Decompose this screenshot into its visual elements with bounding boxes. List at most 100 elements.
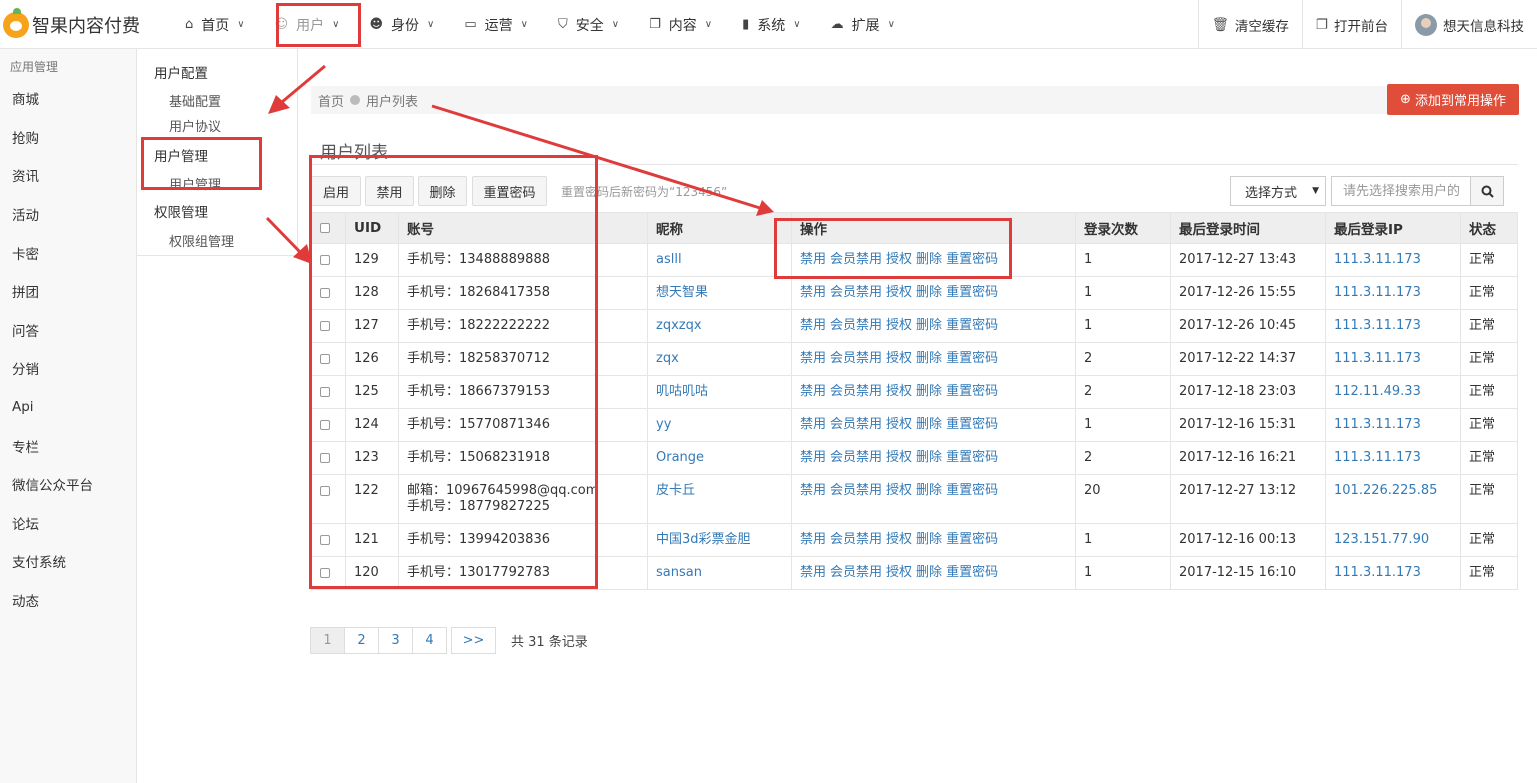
action-authorize-link[interactable]: 授权 [886, 483, 912, 498]
cell-last-login-ip[interactable]: 111.3.11.173 [1325, 309, 1461, 343]
cell-last-login-ip[interactable]: 111.3.11.173 [1325, 556, 1461, 590]
action-member-disable-link[interactable]: 会员禁用 [830, 351, 882, 366]
action-delete-link[interactable]: 删除 [916, 565, 942, 580]
sidebar-item-mall[interactable]: 商城 [0, 79, 136, 118]
search-type-select[interactable]: 选择方式 ▼ [1230, 176, 1326, 206]
page-2[interactable]: 2 [344, 627, 379, 654]
sidebar-item-events[interactable]: 活动 [0, 195, 136, 234]
action-delete-link[interactable]: 删除 [916, 384, 942, 399]
sidebar-item-forum[interactable]: 论坛 [0, 504, 136, 543]
action-member-disable-link[interactable]: 会员禁用 [830, 565, 882, 580]
sidebar-item-wechat[interactable]: 微信公众平台 [0, 465, 136, 504]
cell-nickname[interactable]: zqx [647, 342, 792, 376]
action-disable-link[interactable]: 禁用 [800, 351, 826, 366]
cell-nickname[interactable]: aslll [647, 243, 792, 277]
nav-operation[interactable]: ▭ 运营 ∨ [449, 0, 543, 49]
action-reset-password-link[interactable]: 重置密码 [946, 565, 998, 580]
action-member-disable-link[interactable]: 会员禁用 [830, 450, 882, 465]
action-delete-link[interactable]: 删除 [916, 483, 942, 498]
app-logo[interactable]: 智果内容付费 [0, 0, 170, 49]
action-authorize-link[interactable]: 授权 [886, 384, 912, 399]
action-authorize-link[interactable]: 授权 [886, 450, 912, 465]
cell-last-login-ip[interactable]: 111.3.11.173 [1325, 276, 1461, 310]
open-front-button[interactable]: ❐ 打开前台 [1301, 0, 1401, 49]
page-3[interactable]: 3 [378, 627, 413, 654]
action-delete-link[interactable]: 删除 [916, 450, 942, 465]
nav-extension[interactable]: ☁ 扩展 ∨ [816, 0, 910, 49]
add-to-favorites-button[interactable]: ⊕ 添加到常用操作 [1387, 84, 1519, 115]
action-authorize-link[interactable]: 授权 [886, 285, 912, 300]
action-delete-link[interactable]: 删除 [916, 351, 942, 366]
action-reset-password-link[interactable]: 重置密码 [946, 483, 998, 498]
action-delete-link[interactable]: 删除 [916, 417, 942, 432]
action-disable-link[interactable]: 禁用 [800, 318, 826, 333]
user-menu[interactable]: 想天信息科技 [1401, 0, 1537, 49]
cell-nickname[interactable]: yy [647, 408, 792, 442]
nav-security[interactable]: ⛉ 安全 ∨ [543, 0, 634, 49]
cell-last-login-ip[interactable]: 111.3.11.173 [1325, 408, 1461, 442]
action-delete-link[interactable]: 删除 [916, 532, 942, 547]
page-4[interactable]: 4 [412, 627, 447, 654]
nav-system[interactable]: ▮ 系统 ∨ [727, 0, 815, 49]
clear-cache-button[interactable]: 🗑︎ 清空缓存 [1197, 0, 1302, 49]
breadcrumb-home[interactable]: 首页 [318, 91, 344, 110]
subnav-item-basic-config[interactable]: 基础配置 [169, 91, 221, 110]
action-member-disable-link[interactable]: 会员禁用 [830, 417, 882, 432]
cell-nickname[interactable]: Orange [647, 441, 792, 475]
action-member-disable-link[interactable]: 会员禁用 [830, 285, 882, 300]
sidebar-item-columns[interactable]: 专栏 [0, 426, 136, 465]
action-member-disable-link[interactable]: 会员禁用 [830, 532, 882, 547]
cell-last-login-ip[interactable]: 111.3.11.173 [1325, 243, 1461, 277]
action-reset-password-link[interactable]: 重置密码 [946, 318, 998, 333]
action-disable-link[interactable]: 禁用 [800, 532, 826, 547]
action-authorize-link[interactable]: 授权 [886, 318, 912, 333]
cell-nickname[interactable]: 中国3d彩票金胆 [647, 523, 792, 557]
nav-content[interactable]: ❐ 内容 ∨ [634, 0, 727, 49]
action-delete-link[interactable]: 删除 [916, 318, 942, 333]
col-status[interactable]: 状态 [1460, 212, 1518, 244]
nav-identity[interactable]: ☻ 身份 ∨ [354, 0, 449, 49]
cell-last-login-ip[interactable]: 123.151.77.90 [1325, 523, 1461, 557]
action-reset-password-link[interactable]: 重置密码 [946, 417, 998, 432]
col-nickname[interactable]: 昵称 [647, 212, 792, 244]
nav-home[interactable]: ⌂ 首页 ∨ [170, 0, 260, 49]
action-delete-link[interactable]: 删除 [916, 285, 942, 300]
action-disable-link[interactable]: 禁用 [800, 285, 826, 300]
action-disable-link[interactable]: 禁用 [800, 565, 826, 580]
cell-nickname[interactable]: 想天智果 [647, 276, 792, 310]
action-reset-password-link[interactable]: 重置密码 [946, 450, 998, 465]
sidebar-item-qa[interactable]: 问答 [0, 311, 136, 350]
action-disable-link[interactable]: 禁用 [800, 417, 826, 432]
page-next[interactable]: >> [451, 627, 496, 654]
action-disable-link[interactable]: 禁用 [800, 384, 826, 399]
subnav-item-permission-groups[interactable]: 权限组管理 [169, 231, 234, 250]
col-last-login-ip[interactable]: 最后登录IP [1325, 212, 1461, 244]
subnav-item-user-agreement[interactable]: 用户协议 [169, 116, 221, 135]
action-reset-password-link[interactable]: 重置密码 [946, 532, 998, 547]
action-authorize-link[interactable]: 授权 [886, 351, 912, 366]
cell-last-login-ip[interactable]: 111.3.11.173 [1325, 441, 1461, 475]
sidebar-item-flash-sale[interactable]: 抢购 [0, 118, 136, 157]
col-login-count[interactable]: 登录次数 [1075, 212, 1171, 244]
action-member-disable-link[interactable]: 会员禁用 [830, 318, 882, 333]
cell-nickname[interactable]: 皮卡丘 [647, 474, 792, 524]
cell-last-login-ip[interactable]: 101.226.225.85 [1325, 474, 1461, 524]
cell-last-login-ip[interactable]: 111.3.11.173 [1325, 342, 1461, 376]
sidebar-item-payment[interactable]: 支付系统 [0, 542, 136, 581]
cell-nickname[interactable]: 叽咕叽咕 [647, 375, 792, 409]
action-reset-password-link[interactable]: 重置密码 [946, 351, 998, 366]
cell-nickname[interactable]: sansan [647, 556, 792, 590]
action-authorize-link[interactable]: 授权 [886, 417, 912, 432]
action-authorize-link[interactable]: 授权 [886, 532, 912, 547]
cell-last-login-ip[interactable]: 112.11.49.33 [1325, 375, 1461, 409]
action-reset-password-link[interactable]: 重置密码 [946, 384, 998, 399]
search-button[interactable] [1471, 176, 1504, 206]
sidebar-item-cards[interactable]: 卡密 [0, 233, 136, 272]
action-authorize-link[interactable]: 授权 [886, 565, 912, 580]
search-input[interactable] [1331, 176, 1471, 206]
cell-nickname[interactable]: zqxzqx [647, 309, 792, 343]
col-last-login-time[interactable]: 最后登录时间 [1170, 212, 1326, 244]
sidebar-item-api[interactable]: Api [0, 388, 136, 427]
sidebar-item-news[interactable]: 资讯 [0, 156, 136, 195]
action-disable-link[interactable]: 禁用 [800, 450, 826, 465]
